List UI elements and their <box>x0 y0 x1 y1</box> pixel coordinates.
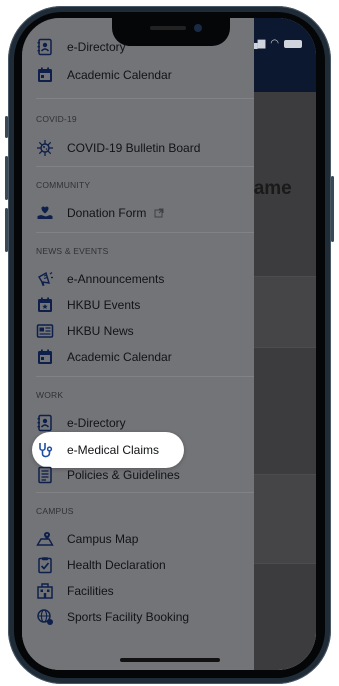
front-camera <box>194 24 202 32</box>
drawer-item-label: Campus Map <box>67 532 139 546</box>
mute-switch <box>5 116 8 138</box>
newspaper-icon <box>36 322 54 340</box>
section-header-community: COMMUNITY <box>36 180 91 190</box>
megaphone-icon <box>36 270 54 288</box>
sports-globe-icon <box>36 608 54 626</box>
drawer-item-label: Policies & Guidelines <box>67 468 180 482</box>
section-header-campus: CAMPUS <box>36 506 74 516</box>
volume-down-button <box>5 208 8 252</box>
divider <box>36 492 254 493</box>
external-link-icon <box>154 208 164 218</box>
document-icon <box>36 466 54 484</box>
section-header-covid: COVID-19 <box>36 114 77 124</box>
divider <box>36 166 254 167</box>
screen: ▂▄▆ ◠ Name e-Directory Academic Calendar… <box>22 18 316 670</box>
drawer-item-label: Facilities <box>67 584 114 598</box>
stethoscope-icon <box>36 441 54 459</box>
drawer-item-health-declaration[interactable]: Health Declaration <box>36 554 166 576</box>
directory-icon <box>36 414 54 432</box>
battery-icon <box>284 39 302 48</box>
virus-icon <box>36 139 54 157</box>
drawer-item-covid-bulletin-board[interactable]: COVID-19 Bulletin Board <box>36 137 200 159</box>
drawer-item-academic-calendar[interactable]: Academic Calendar <box>36 346 172 368</box>
wifi-icon: ◠ <box>270 38 279 49</box>
drawer-item-label: HKBU News <box>67 324 134 338</box>
phone-notch <box>112 18 230 46</box>
drawer-item-label: Sports Facility Booking <box>67 610 190 624</box>
volume-up-button <box>5 156 8 200</box>
section-header-work: WORK <box>36 390 64 400</box>
drawer-item-donation-form[interactable]: Donation Form <box>36 202 164 224</box>
drawer-item-label: e-Medical Claims <box>67 443 160 457</box>
drawer-item-label: e-Directory <box>67 40 126 54</box>
drawer-item-e-directory[interactable]: e-Directory <box>36 412 126 434</box>
drawer-item-label: Academic Calendar <box>67 350 172 364</box>
power-button <box>331 176 334 242</box>
map-icon <box>36 530 54 548</box>
heart-hand-icon <box>36 204 54 222</box>
drawer-item-label: e-Announcements <box>67 272 165 286</box>
directory-icon <box>36 38 54 56</box>
drawer-item-academic-calendar-top[interactable]: Academic Calendar <box>36 64 172 86</box>
drawer-item-hkbu-news[interactable]: HKBU News <box>36 320 134 342</box>
section-header-news-events: NEWS & EVENTS <box>36 246 109 256</box>
drawer-item-e-directory-top[interactable]: e-Directory <box>36 36 126 58</box>
drawer-item-label: e-Directory <box>67 416 126 430</box>
divider <box>36 98 254 99</box>
event-calendar-icon <box>36 296 54 314</box>
divider <box>36 376 254 377</box>
divider <box>36 232 254 233</box>
drawer-item-e-announcements[interactable]: e-Announcements <box>36 268 164 290</box>
calendar-icon <box>36 348 54 366</box>
drawer-item-label: Academic Calendar <box>67 68 172 82</box>
drawer-item-e-medical-claims[interactable]: e-Medical Claims <box>36 439 159 461</box>
building-icon <box>36 582 54 600</box>
drawer-item-label: Health Declaration <box>67 558 166 572</box>
home-indicator[interactable] <box>120 658 220 662</box>
clipboard-check-icon <box>36 556 54 574</box>
navigation-drawer: e-Directory Academic Calendar COVID-19 C… <box>22 18 254 670</box>
drawer-item-policies-guidelines[interactable]: Policies & Guidelines <box>36 464 180 486</box>
drawer-item-facilities[interactable]: Facilities <box>36 580 114 602</box>
speaker-grille <box>150 26 186 30</box>
drawer-item-campus-map[interactable]: Campus Map <box>36 528 138 550</box>
drawer-item-sports-facility-booking[interactable]: Sports Facility Booking <box>36 606 189 628</box>
calendar-icon <box>36 66 54 84</box>
drawer-item-label: Donation Form <box>67 206 147 220</box>
drawer-item-label: COVID-19 Bulletin Board <box>67 141 201 155</box>
drawer-item-hkbu-events[interactable]: HKBU Events <box>36 294 140 316</box>
drawer-item-label: HKBU Events <box>67 298 141 312</box>
